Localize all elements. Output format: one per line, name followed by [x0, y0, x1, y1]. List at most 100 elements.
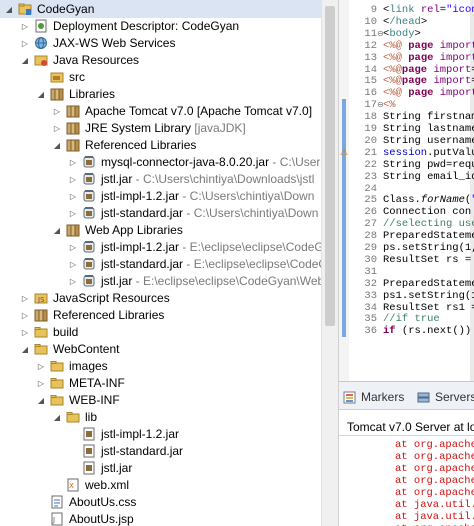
expand-arrow-closed-icon[interactable]: ▷	[36, 357, 46, 375]
code-line[interactable]: <%	[383, 99, 396, 111]
tree-item[interactable]: ▷ jstl-standard.jar - C:\Users\chintiya\D…	[0, 204, 321, 222]
tree-item[interactable]: ◢ WEB-INF	[0, 391, 321, 409]
tree-item[interactable]: ▷ jstl-impl-1.2.jar - C:\Users\chintiya\D…	[0, 187, 321, 205]
code-line[interactable]: <body>	[383, 28, 421, 40]
tree-item[interactable]: ▷ jstl.jar - E:\eclipse\eclipse\CodeGyan\…	[0, 272, 321, 290]
expand-arrow-closed-icon[interactable]: ▷	[20, 289, 30, 307]
code-line[interactable]: //if true	[383, 313, 440, 325]
tree-item-label: JavaScript Resources	[53, 291, 170, 305]
code-line[interactable]: //selecting user	[383, 218, 474, 230]
expand-arrow-closed-icon[interactable]: ▷	[68, 255, 78, 273]
tree-item-label: lib	[85, 410, 98, 424]
tree-item-label: JAX-WS Web Services	[53, 36, 176, 50]
expand-arrow-open-icon[interactable]: ◢	[52, 221, 62, 239]
tree-item[interactable]: ◢ Web App Libraries	[0, 221, 321, 239]
tree-item[interactable]: ▷ build	[0, 323, 321, 341]
tree-item[interactable]: jstl.jar	[0, 459, 321, 477]
jsp-editor[interactable]: 9 10 11 ⊖ 12 13 14 15 16 17 ⊖ 18 19 20 21 22 23 24 25 26 27 2…	[338, 0, 474, 381]
library-icon	[66, 224, 80, 237]
expand-arrow-closed-icon[interactable]: ▷	[52, 102, 62, 120]
code-line[interactable]: Class.forName("co	[383, 194, 474, 206]
tree-item[interactable]: ◢ Libraries	[0, 85, 321, 103]
code-line[interactable]: ps.setString(1, u	[383, 242, 474, 254]
tree-item[interactable]: Xweb.xml	[0, 476, 321, 494]
expand-arrow-open-icon[interactable]: ◢	[4, 0, 14, 18]
expand-arrow-closed-icon[interactable]: ▷	[68, 170, 78, 188]
jar-file-icon	[83, 444, 95, 458]
web-services-icon	[35, 37, 47, 49]
tab-servers[interactable]: Servers	[417, 387, 474, 407]
tree-item[interactable]: ◢ CodeGyan	[0, 0, 321, 18]
tree-item[interactable]: ▷ Deployment Descriptor: CodeGyan	[0, 17, 321, 35]
expand-arrow-open-icon[interactable]: ◢	[36, 391, 46, 409]
stack-trace-line: at java.util.co	[395, 511, 474, 523]
code-line[interactable]: String firstname=	[383, 111, 474, 123]
code-line[interactable]: </head>	[383, 16, 427, 28]
tree-item-label: jstl-impl-1.2.jar	[101, 427, 180, 441]
code-line[interactable]: <%@ page import=	[383, 52, 474, 64]
code-line[interactable]: <%@ page import=	[383, 87, 474, 99]
explorer-scrollbar[interactable]	[321, 0, 338, 526]
tab-markers[interactable]: Markers	[343, 387, 404, 407]
code-line[interactable]: String email_id=	[383, 171, 474, 183]
expand-arrow-open-icon[interactable]: ◢	[20, 51, 30, 69]
code-line[interactable]: String lastname=	[383, 123, 474, 135]
code-line[interactable]: if (rs.next()) {	[383, 325, 474, 337]
expand-arrow-open-icon[interactable]: ◢	[52, 408, 62, 426]
expand-arrow-closed-icon[interactable]: ▷	[68, 153, 78, 171]
code-line[interactable]: ResultSet rs1 =	[383, 302, 474, 314]
tree-item[interactable]: ▷ JRE System Library [javaJDK]	[0, 119, 321, 137]
tree-item[interactable]: AboutUs.css	[0, 493, 321, 511]
code-line[interactable]: session.putValue	[383, 147, 474, 159]
tree-item[interactable]: ▷ JAX-WS Web Services	[0, 34, 321, 52]
tree-item[interactable]: ◢ Referenced Libraries	[0, 136, 321, 154]
libraries-icon	[50, 88, 64, 101]
expand-arrow-open-icon[interactable]: ◢	[52, 136, 62, 154]
tree-item[interactable]: ▷ jstl-standard.jar - E:\eclipse\eclipse\…	[0, 255, 321, 273]
code-line[interactable]: String pwd=reque	[383, 159, 474, 171]
expand-arrow-closed-icon[interactable]: ▷	[20, 306, 30, 324]
expand-arrow-open-icon[interactable]: ◢	[36, 85, 46, 103]
tree-item-label: CodeGyan	[37, 2, 95, 16]
expand-arrow-closed-icon[interactable]: ▷	[20, 34, 30, 52]
tree-item[interactable]: src	[0, 68, 321, 86]
expand-arrow-closed-icon[interactable]: ▷	[68, 238, 78, 256]
code-line[interactable]: String username=	[383, 135, 474, 147]
code-line[interactable]: PreparedStatement	[383, 278, 474, 290]
explorer-scrollbar-thumb[interactable]	[325, 6, 335, 326]
expand-arrow-closed-icon[interactable]: ▷	[68, 272, 78, 290]
line-number: 33	[364, 289, 377, 302]
code-line[interactable]: PreparedStatement	[383, 230, 474, 242]
tree-item[interactable]: ▷ JS JavaScript Resources	[0, 289, 321, 307]
tree-item[interactable]: jstl-standard.jar	[0, 442, 321, 460]
tree-item[interactable]: ▷ META-INF	[0, 374, 321, 392]
expand-arrow-open-icon[interactable]: ◢	[20, 340, 30, 358]
warning-marker-icon[interactable]: ⚠	[340, 147, 349, 157]
tree-item[interactable]: ▷ images	[0, 357, 321, 375]
line-number: 12	[364, 39, 377, 52]
code-line[interactable]: <%@ page import=	[383, 40, 474, 52]
expand-arrow-closed-icon[interactable]: ▷	[36, 374, 46, 392]
code-line[interactable]: ps1.setString(1,	[383, 290, 474, 302]
tree-item[interactable]: ▷ jstl.jar - C:\Users\chintiya\Downloads\…	[0, 170, 321, 188]
tree-item[interactable]: J AboutUs.jsp	[0, 510, 321, 526]
tree-item[interactable]: ▷ Apache Tomcat v7.0 [Apache Tomcat v7.0]	[0, 102, 321, 120]
code-line[interactable]: Connection con =	[383, 206, 474, 218]
code-line[interactable]: <link rel="icon"	[383, 4, 474, 16]
tree-item[interactable]: ◢ WebContent	[0, 340, 321, 358]
tree-item[interactable]: jstl-impl-1.2.jar	[0, 425, 321, 443]
code-line[interactable]: <%@page import="	[383, 75, 474, 87]
expand-arrow-closed-icon[interactable]: ▷	[20, 17, 30, 35]
tree-item[interactable]: ◢ Java Resources	[0, 51, 321, 69]
tree-item[interactable]: ▷ Referenced Libraries	[0, 306, 321, 324]
expand-arrow-closed-icon[interactable]: ▷	[68, 204, 78, 222]
tree-item-label: Libraries	[69, 87, 116, 101]
tree-item[interactable]: ▷ mysql-connector-java-8.0.20.jar - C:\Us…	[0, 153, 321, 171]
tree-item[interactable]: ◢ lib	[0, 408, 321, 426]
code-line[interactable]: ResultSet rs = ps	[383, 254, 474, 266]
expand-arrow-closed-icon[interactable]: ▷	[20, 323, 30, 341]
tree-item[interactable]: ▷ jstl-impl-1.2.jar - E:\eclipse\eclipse\…	[0, 238, 321, 256]
code-line[interactable]: <%@page import="	[383, 64, 474, 76]
expand-arrow-closed-icon[interactable]: ▷	[68, 187, 78, 205]
expand-arrow-closed-icon[interactable]: ▷	[52, 119, 62, 137]
